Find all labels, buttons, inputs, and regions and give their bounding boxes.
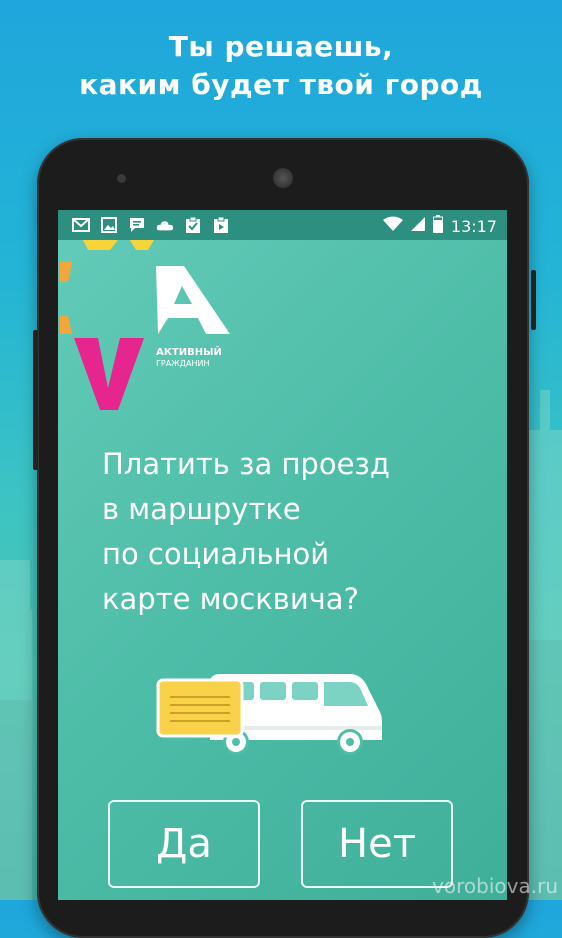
gmail-icon xyxy=(72,216,90,234)
chat-icon xyxy=(128,216,146,234)
notification-icons xyxy=(72,216,230,234)
question-line: карте москвича? xyxy=(102,582,359,616)
yes-button[interactable]: Да xyxy=(108,800,260,888)
signal-icon xyxy=(410,216,425,237)
van-card-illustration xyxy=(156,674,382,755)
question-text: Платить за проезд в маршрутке по социаль… xyxy=(102,442,502,622)
logo-text-line1: АКТИВНЫЙ xyxy=(156,345,222,358)
gallery-icon xyxy=(100,216,118,234)
status-time: 13:17 xyxy=(450,217,497,236)
app-logo: АКТИВНЫЙ ГРАЖДАНИН xyxy=(60,240,230,410)
no-button[interactable]: Нет xyxy=(301,800,453,888)
clipboard-check-icon xyxy=(184,216,202,234)
question-line: в маршрутке xyxy=(102,492,301,526)
promo-headline-line1: Ты решаешь, xyxy=(168,30,394,63)
cloud-icon xyxy=(156,216,174,234)
wifi-icon xyxy=(382,216,403,237)
front-camera xyxy=(117,174,126,183)
promo-headline-line2: каким будет твой город xyxy=(79,68,483,101)
media-icon xyxy=(212,216,230,234)
watermark: vorobiova.ru xyxy=(432,874,558,898)
question-line: по социальной xyxy=(102,537,330,571)
system-indicators: 13:17 xyxy=(382,215,497,238)
promo-headline: Ты решаешь, каким будет твой город xyxy=(0,28,562,104)
social-card-icon xyxy=(156,678,244,738)
status-bar: 13:17 xyxy=(58,210,507,240)
phone-side-button xyxy=(531,270,536,330)
question-line: Платить за проезд xyxy=(102,447,390,481)
phone-side-button xyxy=(33,330,38,470)
earpiece-speaker xyxy=(273,168,293,188)
logo-text-line2: ГРАЖДАНИН xyxy=(156,359,210,368)
battery-icon xyxy=(432,215,443,238)
phone-screen: 13:17 АКТИВНЫЙ ГРАЖДАНИН Платить за прое… xyxy=(58,210,507,900)
